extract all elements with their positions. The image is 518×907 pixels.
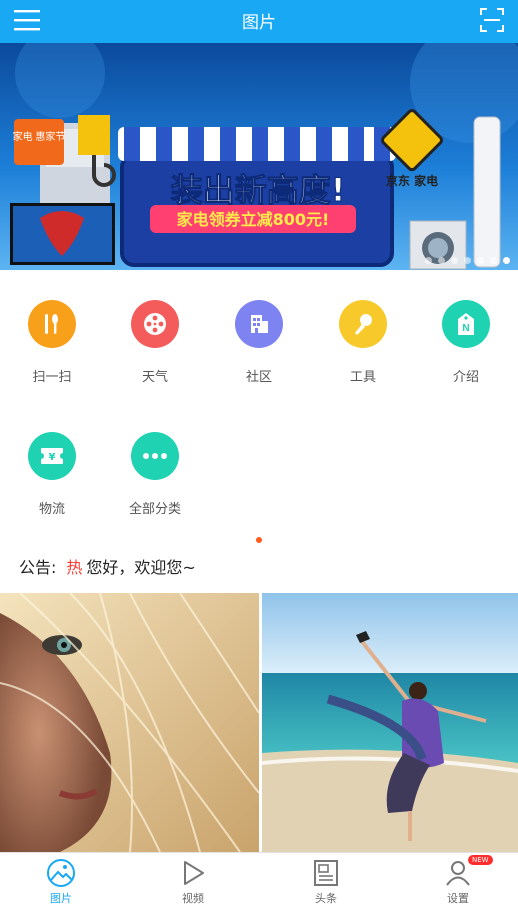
tab-label: 设置 <box>447 892 469 905</box>
tab-label: 图片 <box>50 892 72 905</box>
svg-text:家电 惠家节: 家电 惠家节 <box>13 130 66 143</box>
tab-headlines[interactable]: 头条 <box>276 853 376 907</box>
tab-settings[interactable]: NEW 设置 <box>408 853 508 907</box>
tab-video[interactable]: 视频 <box>143 853 243 907</box>
app-header: 图片 <box>0 0 518 43</box>
microphone-icon <box>339 300 387 348</box>
photo-feed <box>0 593 518 852</box>
portrait-image <box>0 593 259 852</box>
grid-item-intro[interactable]: N 介绍 <box>414 270 518 400</box>
grid-item-label: 介绍 <box>452 370 479 385</box>
banner-sign: 京东 家电 <box>386 173 438 188</box>
svg-text:¥: ¥ <box>49 452 56 463</box>
tab-pictures[interactable]: 图片 <box>11 853 111 907</box>
badge-sign: 家电 惠家节 <box>13 119 66 165</box>
banner-illustration: 家电 惠家节 装出新高度! 家电领券立减800元! 京东 家电 <box>10 43 518 270</box>
announcement-bar[interactable]: 公告: 热您好，欢迎您~ <box>19 554 196 578</box>
function-grid: 扫一扫 天气 社区 工具 N 介绍 ¥ 物流 全部分类 <box>0 270 518 532</box>
svg-text:N: N <box>462 323 469 334</box>
bottom-tab-bar: 图片 视频 头条 NEW 设置 <box>0 852 518 907</box>
grid-item-label: 工具 <box>349 370 376 385</box>
tab-label: 头条 <box>315 892 337 905</box>
more-icon <box>131 432 179 480</box>
grid-item-label: 社区 <box>245 370 272 385</box>
banner-headline: 装出新高度! <box>171 171 346 209</box>
grid-item-community[interactable]: 社区 <box>207 270 311 400</box>
play-icon <box>184 861 204 885</box>
building-icon <box>235 300 283 348</box>
new-badge: NEW <box>468 855 493 865</box>
image-icon <box>47 859 75 887</box>
page-title: 图片 <box>242 13 276 33</box>
grid-item-tools[interactable]: 工具 <box>311 270 415 400</box>
beach-image <box>262 593 518 852</box>
grid-item-weather[interactable]: 天气 <box>103 270 207 400</box>
promo-banner[interactable]: 家电 惠家节 装出新高度! 家电领券立减800元! 京东 家电 <box>0 43 518 270</box>
grid-item-logistics[interactable]: ¥ 物流 <box>0 402 104 532</box>
grid-page-indicator <box>256 537 262 543</box>
photo-card-beach[interactable] <box>262 593 518 852</box>
grid-item-label: 天气 <box>141 370 168 385</box>
scan-icon[interactable] <box>480 8 504 32</box>
hot-tag: 热 <box>66 558 83 577</box>
announcement-label: 公告: <box>19 558 57 577</box>
ticket-icon: ¥ <box>28 432 76 480</box>
tab-label: 视频 <box>182 892 204 905</box>
banner-indicator <box>425 257 510 264</box>
news-icon <box>314 860 338 886</box>
announcement-text: 您好，欢迎您~ <box>86 558 196 577</box>
utensils-icon <box>28 300 76 348</box>
grid-item-label: 物流 <box>38 502 65 517</box>
film-reel-icon <box>131 300 179 348</box>
tag-icon: N <box>442 300 490 348</box>
grid-item-all-categories[interactable]: 全部分类 <box>103 402 207 532</box>
grid-item-scan[interactable]: 扫一扫 <box>0 270 104 400</box>
grid-item-label: 全部分类 <box>128 502 181 517</box>
photo-card-portrait[interactable] <box>0 593 259 852</box>
banner-coupon: 家电领券立减800元! <box>177 210 330 229</box>
grid-item-label: 扫一扫 <box>32 370 72 385</box>
